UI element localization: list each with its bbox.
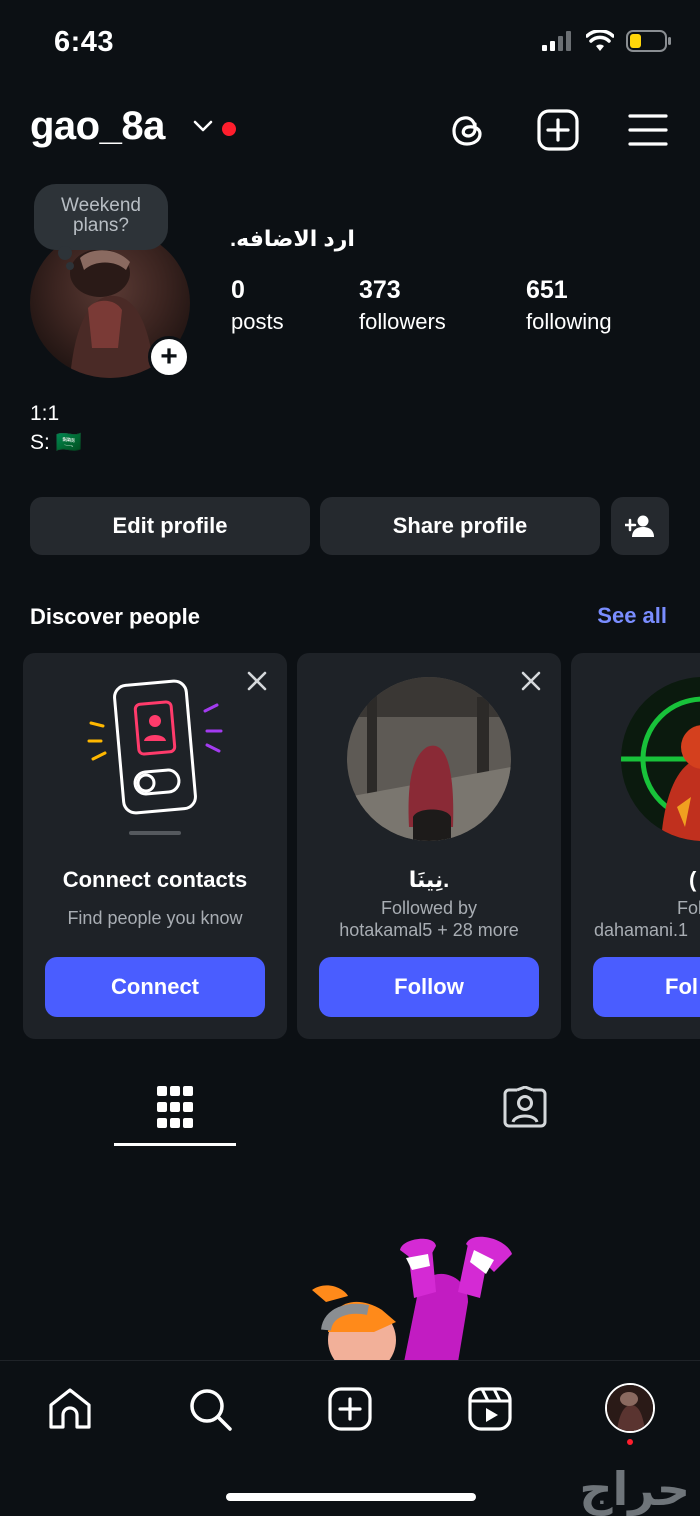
followed-by-names: dahamani.1 [594, 920, 689, 940]
note-bubble[interactable]: Weekend plans? [34, 184, 168, 250]
active-tab-indicator [114, 1143, 236, 1146]
followed-by-label: Followed by [380, 898, 478, 918]
tagged-tab[interactable] [503, 1085, 547, 1133]
reels-icon [468, 1387, 512, 1431]
tagged-icon [503, 1085, 547, 1128]
note-tail [66, 262, 74, 270]
home-indicator[interactable] [226, 1493, 476, 1501]
profile-avatar [607, 1385, 653, 1431]
close-icon[interactable] [519, 669, 543, 693]
stat-following[interactable]: 651 following [526, 276, 612, 335]
card-title: Connect contacts [62, 867, 248, 892]
followed-by-names: hotakamal5 + 28 more [339, 920, 519, 940]
grid-icon [157, 1086, 193, 1128]
search-icon [190, 1389, 232, 1431]
reels-tab[interactable] [466, 1385, 514, 1433]
posts-label: posts [231, 309, 284, 334]
connect-button[interactable]: Connect [45, 957, 265, 1017]
suggested-person-card: نِينَا. Followed by hotakamal5 + 28 more… [297, 653, 561, 1039]
suggested-person-photo[interactable] [347, 677, 511, 841]
discover-people-title: Discover people [30, 604, 200, 629]
display-name: ارد الاضافه. [230, 226, 355, 251]
edit-profile-button[interactable]: Edit profile [30, 497, 310, 555]
followed-by-label: Follow [677, 898, 700, 918]
suggested-person-name[interactable]: ( [689, 867, 700, 893]
contacts-phone-icon [87, 679, 223, 835]
connect-contacts-card: Connect contacts Find people you know Co… [23, 653, 287, 1039]
signal-icon [542, 31, 571, 51]
following-label[interactable]: following [526, 309, 612, 335]
create-tab[interactable] [326, 1385, 374, 1433]
status-icons [542, 30, 672, 52]
see-all-link[interactable]: See all [597, 603, 667, 629]
bio-line: 1:1 [30, 402, 60, 425]
bio-line: S: 🇸🇦 [30, 431, 82, 454]
home-icon [49, 1388, 91, 1429]
wifi-icon [586, 30, 614, 51]
notification-dot [627, 1439, 633, 1445]
add-story-button[interactable]: + [148, 336, 190, 378]
grid-tab[interactable] [157, 1086, 193, 1133]
empty-state-illustration [312, 1236, 512, 1362]
menu-icon[interactable] [626, 108, 670, 152]
notification-dot [222, 122, 236, 136]
followers-count[interactable]: 373 [359, 276, 446, 305]
discover-people-button[interactable] [611, 497, 669, 555]
stat-followers[interactable]: 373 followers [359, 276, 446, 335]
search-tab[interactable] [186, 1385, 234, 1433]
card-subtitle: Find people you know [67, 908, 243, 928]
follow-button[interactable]: Fol [593, 957, 700, 1017]
status-time: 6:43 [54, 26, 115, 58]
battery-icon [626, 30, 671, 52]
close-icon[interactable] [245, 669, 269, 693]
suggested-person-card: ( Follow dahamani.1 Fol [571, 653, 700, 1039]
watermark-logo: حراج [579, 1462, 690, 1516]
note-tail [58, 246, 72, 260]
threads-icon[interactable] [446, 108, 490, 152]
create-icon [328, 1387, 372, 1431]
add-post-icon[interactable] [536, 108, 580, 152]
posts-count: 0 [231, 276, 245, 304]
home-tab[interactable] [46, 1385, 94, 1433]
profile-tab[interactable] [605, 1383, 655, 1433]
account-username[interactable]: gao_8a [30, 104, 165, 149]
add-person-icon [625, 515, 654, 537]
following-count[interactable]: 651 [526, 276, 612, 305]
follow-button[interactable]: Follow [319, 957, 539, 1017]
suggested-person-photo[interactable] [621, 677, 700, 841]
suggested-person-name[interactable]: نِينَا. [297, 867, 561, 893]
followers-label[interactable]: followers [359, 309, 446, 335]
share-profile-button[interactable]: Share profile [320, 497, 600, 555]
stat-posts: 0 posts [231, 276, 284, 335]
chevron-down-icon[interactable] [192, 118, 214, 134]
